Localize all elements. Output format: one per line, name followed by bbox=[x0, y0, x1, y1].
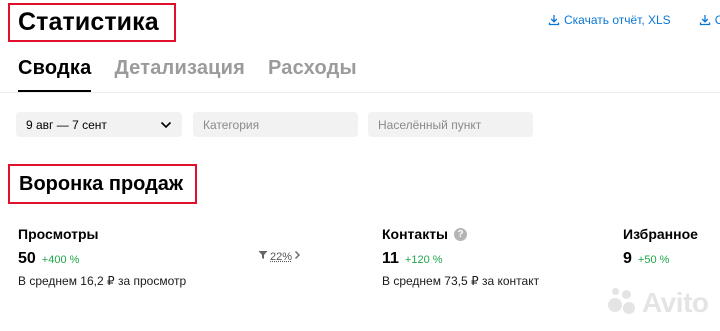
tab-summary[interactable]: Сводка bbox=[18, 57, 92, 93]
metric-contacts-note: В среднем 73,5 ₽ за контакт bbox=[382, 274, 540, 288]
download-second-link[interactable]: Ск bbox=[699, 13, 720, 27]
chevron-right-icon bbox=[294, 250, 301, 263]
metric-favorites-delta: +50 % bbox=[637, 254, 670, 266]
download-icon bbox=[548, 14, 560, 26]
download-second-label: Ск bbox=[714, 13, 720, 27]
metric-favorites-title: Избранное bbox=[623, 226, 698, 242]
filter-funnel-icon bbox=[258, 250, 268, 263]
metric-views-delta: +400 % bbox=[41, 254, 80, 266]
conversion-rate-label: 22% bbox=[270, 250, 293, 263]
metric-contacts-delta: +120 % bbox=[404, 254, 443, 266]
date-range-value: 9 авг — 7 сент bbox=[26, 117, 107, 132]
tabs: Сводка Детализация Расходы bbox=[18, 57, 357, 93]
download-xls-label: Скачать отчёт, XLS bbox=[564, 13, 671, 27]
download-xls-link[interactable]: Скачать отчёт, XLS bbox=[548, 13, 671, 27]
tab-expenses[interactable]: Расходы bbox=[268, 57, 357, 93]
metric-views-value: 50 bbox=[18, 250, 36, 267]
avito-watermark-text: Avito bbox=[642, 287, 709, 318]
metric-contacts-value: 11 bbox=[382, 250, 399, 267]
conversion-rate-link[interactable]: 22% bbox=[258, 250, 301, 263]
download-icon bbox=[699, 14, 711, 26]
metric-contacts: Контакты ? 11 +120 % В среднем 73,5 ₽ за… bbox=[382, 226, 539, 288]
avito-watermark: Avito bbox=[606, 287, 709, 319]
metric-favorites-value: 9 bbox=[623, 250, 632, 267]
category-placeholder: Категория bbox=[203, 117, 260, 132]
top-links: Скачать отчёт, XLS Ск bbox=[548, 13, 720, 27]
avito-logo-dots-icon bbox=[606, 288, 636, 318]
metric-views: Просмотры 50 +400 % В среднем 16,2 ₽ за … bbox=[18, 226, 186, 288]
metric-favorites: Избранное 9 +50 % bbox=[623, 226, 698, 268]
help-icon[interactable]: ? bbox=[454, 227, 468, 241]
metric-views-note: В среднем 16,2 ₽ за просмотр bbox=[18, 274, 187, 288]
city-placeholder: Населённый пункт bbox=[378, 117, 482, 132]
date-range-select[interactable]: 9 авг — 7 сент bbox=[16, 112, 182, 137]
metric-contacts-title: Контакты bbox=[382, 226, 449, 242]
tab-details[interactable]: Детализация bbox=[114, 57, 245, 93]
chevron-down-icon bbox=[160, 118, 172, 132]
category-input[interactable]: Категория bbox=[193, 112, 358, 137]
section-title: Воронка продаж bbox=[8, 164, 197, 204]
metric-views-title: Просмотры bbox=[18, 226, 99, 242]
page-title: Статистика bbox=[8, 3, 176, 42]
tabs-divider bbox=[0, 92, 720, 93]
city-input[interactable]: Населённый пункт bbox=[368, 112, 533, 137]
